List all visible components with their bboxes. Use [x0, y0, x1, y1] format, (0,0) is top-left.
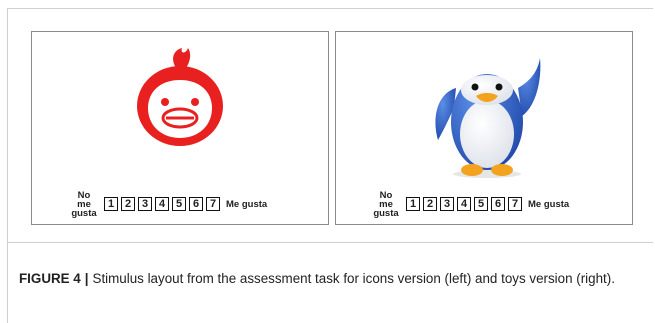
scale-option-5[interactable]: 5: [474, 197, 488, 211]
panel-icons: No me gusta 1 2 3 4 5 6 7 Me gusta: [31, 31, 329, 225]
penguin-icon-red: [137, 48, 223, 146]
scale-option-6[interactable]: 6: [189, 197, 203, 211]
likert-scale: No me gusta 1 2 3 4 5 6 7 Me gusta: [70, 189, 268, 219]
scale-option-2[interactable]: 2: [423, 197, 437, 211]
scale-option-5[interactable]: 5: [172, 197, 186, 211]
scale-option-7[interactable]: 7: [206, 197, 220, 211]
figure-label: FIGURE 4: [19, 271, 81, 286]
scale-option-1[interactable]: 1: [104, 197, 118, 211]
scale-option-3[interactable]: 3: [138, 197, 152, 211]
scale-low-label: No me gusta: [373, 189, 399, 219]
scale-option-7[interactable]: 7: [508, 197, 522, 211]
scale-option-4[interactable]: 4: [457, 197, 471, 211]
scale-high-label: Me gusta: [226, 198, 268, 210]
scale-option-2[interactable]: 2: [121, 197, 135, 211]
caption-separator: |: [84, 271, 89, 286]
likert-scale: No me gusta 1 2 3 4 5 6 7 Me gusta: [372, 189, 570, 219]
figure-caption: FIGURE 4 | Stimulus layout from the assess…: [19, 268, 644, 289]
scale-option-6[interactable]: 6: [491, 197, 505, 211]
caption-divider: [7, 242, 653, 243]
panel-toys: No me gusta 1 2 3 4 5 6 7 Me gusta: [335, 31, 633, 225]
scale-high-label: Me gusta: [528, 198, 570, 210]
scale-low-label: No me gusta: [71, 189, 97, 219]
scale-option-1[interactable]: 1: [406, 197, 420, 211]
caption-text: Stimulus layout from the assessment task…: [92, 271, 615, 286]
scale-option-3[interactable]: 3: [440, 197, 454, 211]
penguin-toy-blue: [435, 58, 541, 178]
scale-option-4[interactable]: 4: [155, 197, 169, 211]
